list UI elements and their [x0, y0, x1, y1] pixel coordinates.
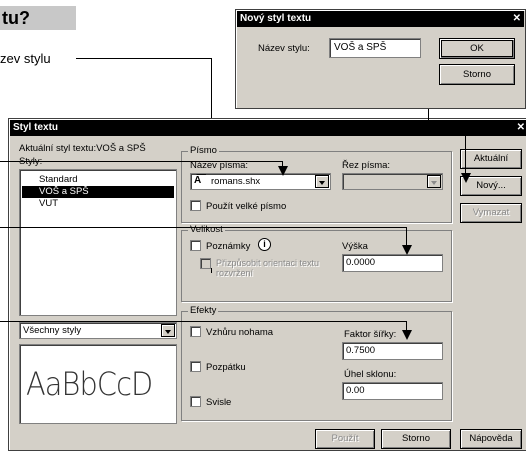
arrowhead	[402, 245, 412, 255]
width-factor-value: 0.7500	[346, 345, 376, 356]
new-style-cancel-button[interactable]: Storno	[439, 64, 515, 85]
callout-line	[0, 227, 407, 228]
preview-box: AaBbCcD	[19, 344, 177, 424]
chevron-down-icon[interactable]	[315, 175, 329, 188]
apply-button-label: Použít	[331, 433, 359, 444]
arrowhead	[278, 166, 288, 176]
size-group: Velikost Poznámky i Přizpůsobit orientac…	[181, 224, 452, 302]
oblique-angle-value: 0.00	[346, 385, 365, 396]
current-style-label: Aktuální styl textu:VOŠ a SPŠ	[19, 143, 146, 154]
callout-line	[428, 128, 466, 129]
close-icon[interactable]: ✕	[513, 11, 521, 27]
match-orientation-label-2: rozvržení	[216, 268, 254, 278]
help-button-label: Nápověda	[469, 433, 513, 444]
cancel-button-label: Storno	[402, 433, 430, 444]
new-style-title: Nový styl textu	[240, 13, 312, 24]
height-value: 0.0000	[346, 257, 376, 268]
page-heading: tu?	[0, 6, 76, 30]
preview-text: AaBbCcD	[26, 365, 153, 403]
font-name-select[interactable]: A͞ romans.shx	[190, 173, 331, 190]
shx-font-icon: A͞	[194, 175, 202, 186]
styles-filter-select[interactable]: Všechny styly	[19, 322, 177, 339]
oblique-angle-label: Úhel sklonu:	[344, 369, 397, 380]
font-group-title: Písmo	[188, 145, 219, 156]
effects-group: Efekty Vzhůru nohama Pozpátku Svisle Fak…	[181, 305, 452, 421]
styles-filter-value: Všechny styly	[23, 325, 82, 336]
arrowhead	[402, 330, 412, 340]
big-font-checkbox[interactable]	[190, 200, 201, 211]
ok-button-label: OK	[470, 43, 484, 54]
big-font-label: Použít velké písmo	[206, 201, 287, 212]
height-label: Výška	[342, 241, 368, 252]
upside-down-checkbox[interactable]	[190, 326, 201, 337]
width-factor-label: Faktor šířky:	[344, 329, 397, 340]
new-button-label: Nový...	[476, 180, 506, 191]
new-style-dialog: Nový styl textu ✕ Název stylu: VOŠ a SPŠ…	[235, 9, 526, 109]
annotative-label: Poznámky	[206, 241, 251, 252]
callout-line	[211, 268, 212, 273]
oblique-angle-input[interactable]: 0.00	[342, 382, 443, 400]
style-name-input[interactable]: VOŠ a SPŠ	[329, 38, 421, 58]
help-button[interactable]: Nápověda	[460, 429, 522, 449]
backwards-checkbox[interactable]	[190, 361, 201, 372]
close-icon[interactable]: ✕	[517, 120, 525, 136]
list-item[interactable]: VUT	[22, 198, 174, 210]
chevron-down-icon	[427, 175, 441, 188]
arrowhead	[461, 173, 471, 183]
effects-group-title: Efekty	[188, 305, 219, 316]
text-style-title: Styl textu	[13, 122, 59, 133]
style-name-label: Název stylu:	[258, 43, 310, 54]
annotative-checkbox[interactable]	[190, 240, 201, 251]
callout-line	[76, 58, 212, 59]
text-style-dialog: Styl textu ✕ Aktuální styl textu:VOŠ a S…	[8, 118, 526, 451]
backwards-label: Pozpátku	[206, 362, 246, 373]
upside-down-label: Vzhůru nohama	[206, 327, 274, 338]
callout-line	[428, 118, 429, 128]
style-name-value: VOŠ a SPŠ	[334, 42, 387, 53]
size-group-title: Velikost	[188, 224, 225, 235]
cancel-button[interactable]: Storno	[381, 429, 451, 449]
delete-button-label: Vymazat	[472, 207, 510, 218]
new-style-titlebar: Nový styl textu ✕	[237, 11, 524, 27]
apply-button: Použít	[315, 429, 375, 449]
set-current-button[interactable]: Aktuální	[460, 149, 522, 169]
set-current-label: Aktuální	[473, 153, 509, 164]
chevron-down-icon[interactable]	[161, 324, 175, 337]
callout-line	[0, 161, 283, 162]
styles-list[interactable]: Standard VOŠ a SPŠ VUT	[19, 169, 177, 316]
callout-line	[465, 128, 466, 174]
callout-line	[0, 321, 407, 322]
cancel-button-label: Storno	[463, 69, 491, 80]
height-input[interactable]: 0.0000	[342, 254, 443, 272]
match-orientation-checkbox	[200, 258, 211, 269]
ok-button[interactable]: OK	[439, 38, 515, 59]
delete-button: Vymazat	[460, 203, 522, 223]
list-item[interactable]: Standard	[22, 174, 174, 186]
info-icon[interactable]: i	[258, 238, 271, 251]
width-factor-input[interactable]: 0.7500	[342, 342, 443, 360]
list-item[interactable]: VOŠ a SPŠ	[22, 186, 174, 198]
vertical-label: Svisle	[206, 397, 232, 408]
match-orientation-label: Přizpůsobit orientaci textu	[216, 258, 320, 268]
vertical-checkbox[interactable]	[190, 396, 201, 407]
callout-label: zev stylu	[0, 51, 51, 66]
font-name-value: romans.shx	[211, 176, 261, 187]
font-style-label: Řez písma:	[342, 160, 391, 171]
callout-line	[406, 227, 407, 247]
font-style-select	[342, 173, 443, 190]
